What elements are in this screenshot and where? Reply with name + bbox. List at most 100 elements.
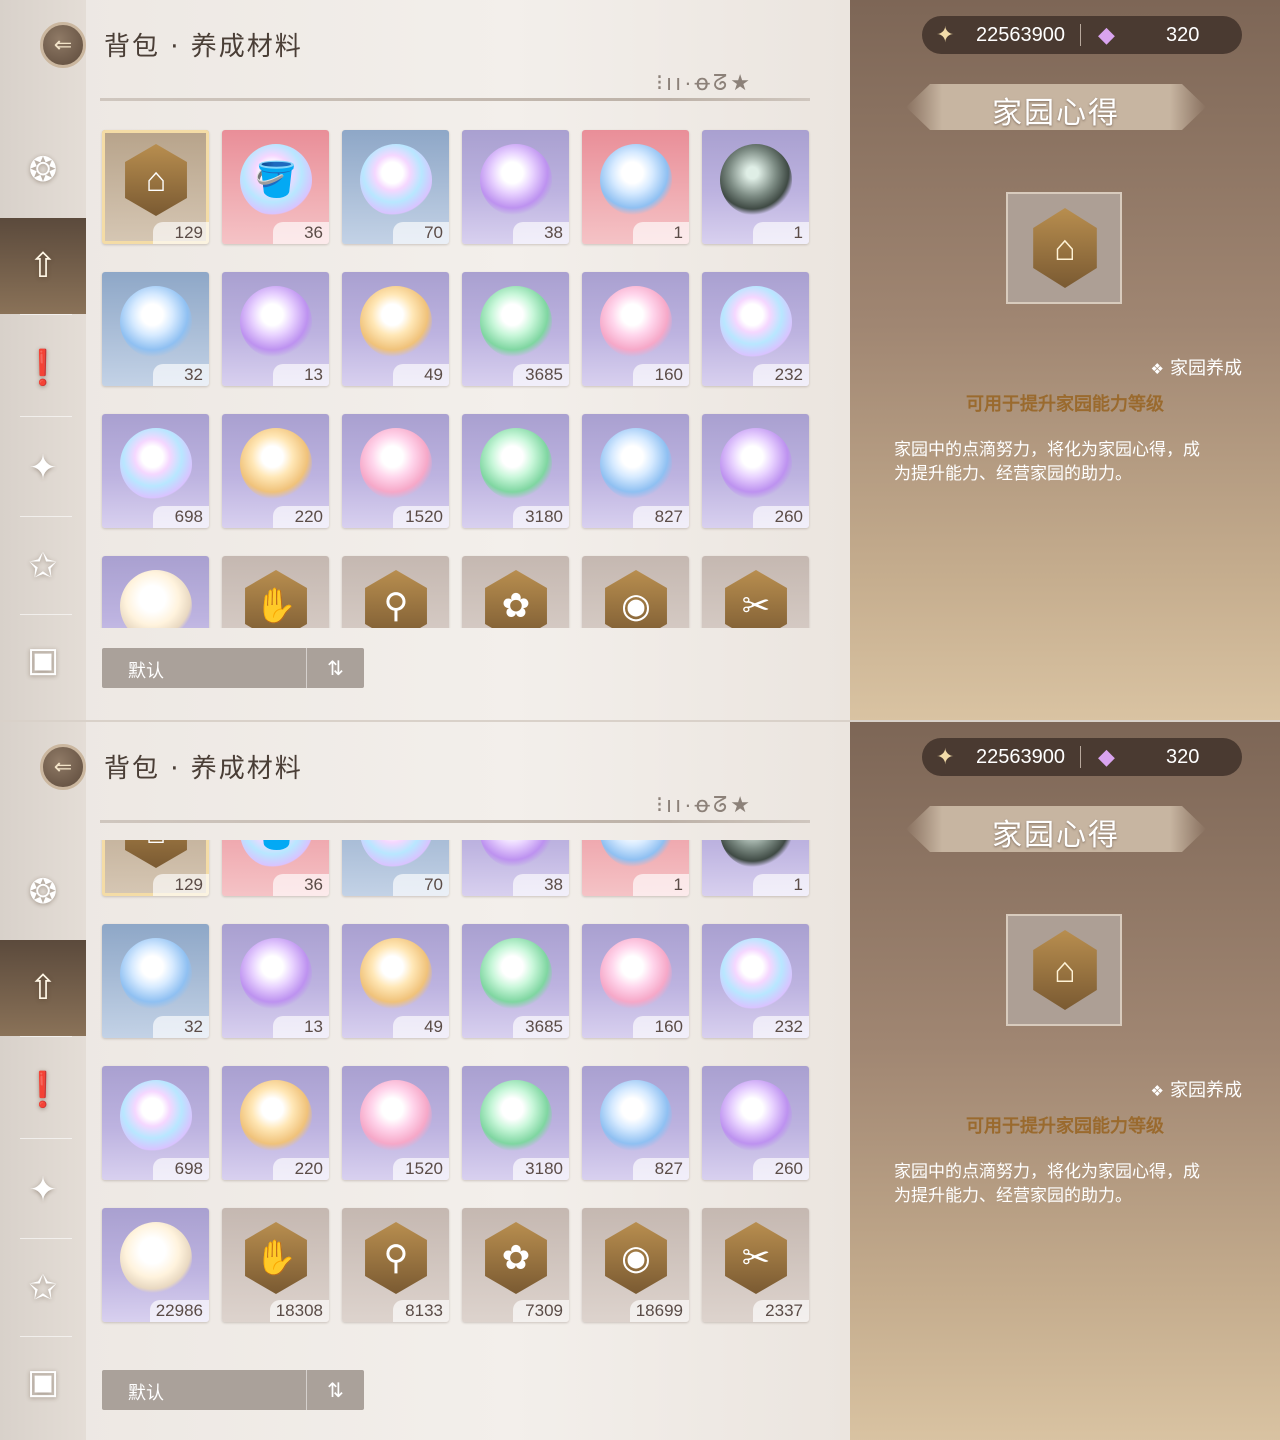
item-quantity: 3180 [513, 1158, 569, 1180]
inventory-item[interactable]: 260 [702, 1066, 809, 1180]
orb-rainbow-icon [360, 144, 432, 216]
inventory-item[interactable]: 22986 [102, 556, 209, 628]
rainbow-bucket-icon: 🪣 [240, 840, 312, 868]
inventory-item[interactable]: 3180 [462, 1066, 569, 1180]
nav-divider [20, 1036, 72, 1037]
gem-amount: 320 [1166, 746, 1200, 768]
hand-hex-icon: ✋ [245, 1222, 307, 1294]
sort-order-button[interactable]: ⇅ [306, 1370, 364, 1410]
inventory-item[interactable]: 220 [222, 1066, 329, 1180]
inventory-item[interactable]: 3685 [462, 924, 569, 1038]
nav-tab-star[interactable]: ✩ [0, 1240, 86, 1336]
inventory-item[interactable]: 1 [582, 840, 689, 896]
back-button[interactable]: ⇐ [40, 744, 86, 790]
sort-selector[interactable]: 默认 ⇅ [102, 648, 364, 688]
nav-tab-quest[interactable]: ❗ [0, 320, 86, 416]
bucket-hex-icon: ◉ [605, 1222, 667, 1294]
inventory-item[interactable]: 49 [342, 272, 449, 386]
nav-tab-quest[interactable]: ❗ [0, 1042, 86, 1138]
fish-icon: ❂ [28, 873, 58, 911]
inventory-item[interactable]: ⌂ 129 [102, 130, 209, 244]
item-quantity: 260 [753, 506, 809, 528]
sort-order-button[interactable]: ⇅ [306, 648, 364, 688]
currency-divider [1080, 24, 1081, 46]
inventory-item[interactable]: 220 [222, 414, 329, 528]
inventory-item[interactable]: ⚲8133 [342, 556, 449, 628]
inventory-item[interactable]: 13 [222, 924, 329, 1038]
nav-divider [20, 1138, 72, 1139]
diamond-icon: ❖ [1150, 360, 1164, 378]
inventory-item[interactable]: 827 [582, 1066, 689, 1180]
inventory-item[interactable]: 3180 [462, 414, 569, 528]
inventory-item[interactable]: ⌂ 129 [102, 840, 209, 896]
inventory-item[interactable]: ✂2337 [702, 1208, 809, 1322]
magnifier-hex-icon: ⚲ [365, 1222, 427, 1294]
inventory-item[interactable]: 22986 [102, 1208, 209, 1322]
inventory-item[interactable]: 232 [702, 924, 809, 1038]
header-divider [100, 820, 810, 823]
nav-tab-upgrade[interactable]: ⇧ [0, 218, 86, 314]
nav-tab-upgrade[interactable]: ⇧ [0, 940, 86, 1036]
inventory-item[interactable]: 260 [702, 414, 809, 528]
nav-tab-box[interactable]: ▣ [0, 612, 86, 708]
inventory-item[interactable]: ✂2337 [702, 556, 809, 628]
inventory-item[interactable]: ◉18699 [582, 556, 689, 628]
inventory-item[interactable]: 49 [342, 924, 449, 1038]
star-wand-icon: ✩ [28, 547, 58, 585]
back-arrow-icon: ⇐ [53, 754, 73, 779]
inventory-item[interactable]: ◉18699 [582, 1208, 689, 1322]
item-detail-panel: ✦ 22563900 ◆ 320 家园心得 ⌂ ❖ 家园养成 可用于提升家园能力等… [850, 722, 1280, 1440]
sort-selector[interactable]: 默认 ⇅ [102, 1370, 364, 1410]
inventory-item[interactable]: 160 [582, 924, 689, 1038]
inventory-item[interactable]: 1520 [342, 414, 449, 528]
inventory-item[interactable]: ✋18308 [222, 556, 329, 628]
nav-tab-fish[interactable]: ❂ [0, 844, 86, 940]
item-quantity: 260 [753, 1158, 809, 1180]
inventory-item[interactable]: 🪣 36 [222, 130, 329, 244]
decorative-script: ⁝ıı·ꝋᘔ★ [656, 70, 753, 95]
inventory-item[interactable]: 232 [702, 272, 809, 386]
orb-violet-icon [240, 286, 312, 358]
inventory-item[interactable]: 32 [102, 924, 209, 1038]
orb-blue-icon [120, 938, 192, 1010]
orb-blue-icon [600, 840, 672, 868]
orb-gold-icon [240, 1080, 312, 1152]
inventory-item[interactable]: ✿7309 [462, 556, 569, 628]
inventory-item[interactable]: ⚲8133 [342, 1208, 449, 1322]
orb-gold-icon [360, 938, 432, 1010]
item-description: 家园中的点滴努力，将化为家园心得，成为提升能力、经营家园的助力。 [894, 1162, 1200, 1206]
nav-tab-star[interactable]: ✩ [0, 518, 86, 614]
inventory-item[interactable]: 🪣 36 [222, 840, 329, 896]
inventory-item[interactable]: 38 [462, 840, 569, 896]
box-icon: ▣ [26, 1363, 60, 1401]
fish-hex-icon: ✿ [485, 1222, 547, 1294]
item-quantity: 32 [153, 1016, 209, 1038]
nav-tab-fish[interactable]: ❂ [0, 122, 86, 218]
inventory-item[interactable]: 70 [342, 840, 449, 896]
inventory-item[interactable]: 32 [102, 272, 209, 386]
inventory-item[interactable]: 3685 [462, 272, 569, 386]
inventory-item[interactable]: 827 [582, 414, 689, 528]
inventory-item[interactable]: 160 [582, 272, 689, 386]
inventory-item[interactable]: ✿7309 [462, 1208, 569, 1322]
inventory-item[interactable]: 698 [102, 414, 209, 528]
inventory-item[interactable]: 1 [702, 130, 809, 244]
inventory-item[interactable]: ✋18308 [222, 1208, 329, 1322]
nav-tab-crystal[interactable]: ✦ [0, 420, 86, 516]
inventory-item[interactable]: 1 [702, 840, 809, 896]
back-button[interactable]: ⇐ [40, 22, 86, 68]
nav-tab-box[interactable]: ▣ [0, 1334, 86, 1430]
gem-amount: 320 [1166, 24, 1200, 46]
inventory-item[interactable]: 13 [222, 272, 329, 386]
diamond-icon: ❖ [1150, 1082, 1164, 1100]
inventory-item[interactable]: 70 [342, 130, 449, 244]
inventory-item[interactable]: 1 [582, 130, 689, 244]
inventory-item[interactable]: 38 [462, 130, 569, 244]
nav-tab-crystal[interactable]: ✦ [0, 1142, 86, 1238]
orb-blue-icon [600, 1080, 672, 1152]
inventory-item[interactable]: 698 [102, 1066, 209, 1180]
orb-violet-icon [240, 938, 312, 1010]
item-quantity: 13 [273, 364, 329, 386]
inventory-item[interactable]: 1520 [342, 1066, 449, 1180]
item-quantity: 22986 [149, 1300, 209, 1322]
